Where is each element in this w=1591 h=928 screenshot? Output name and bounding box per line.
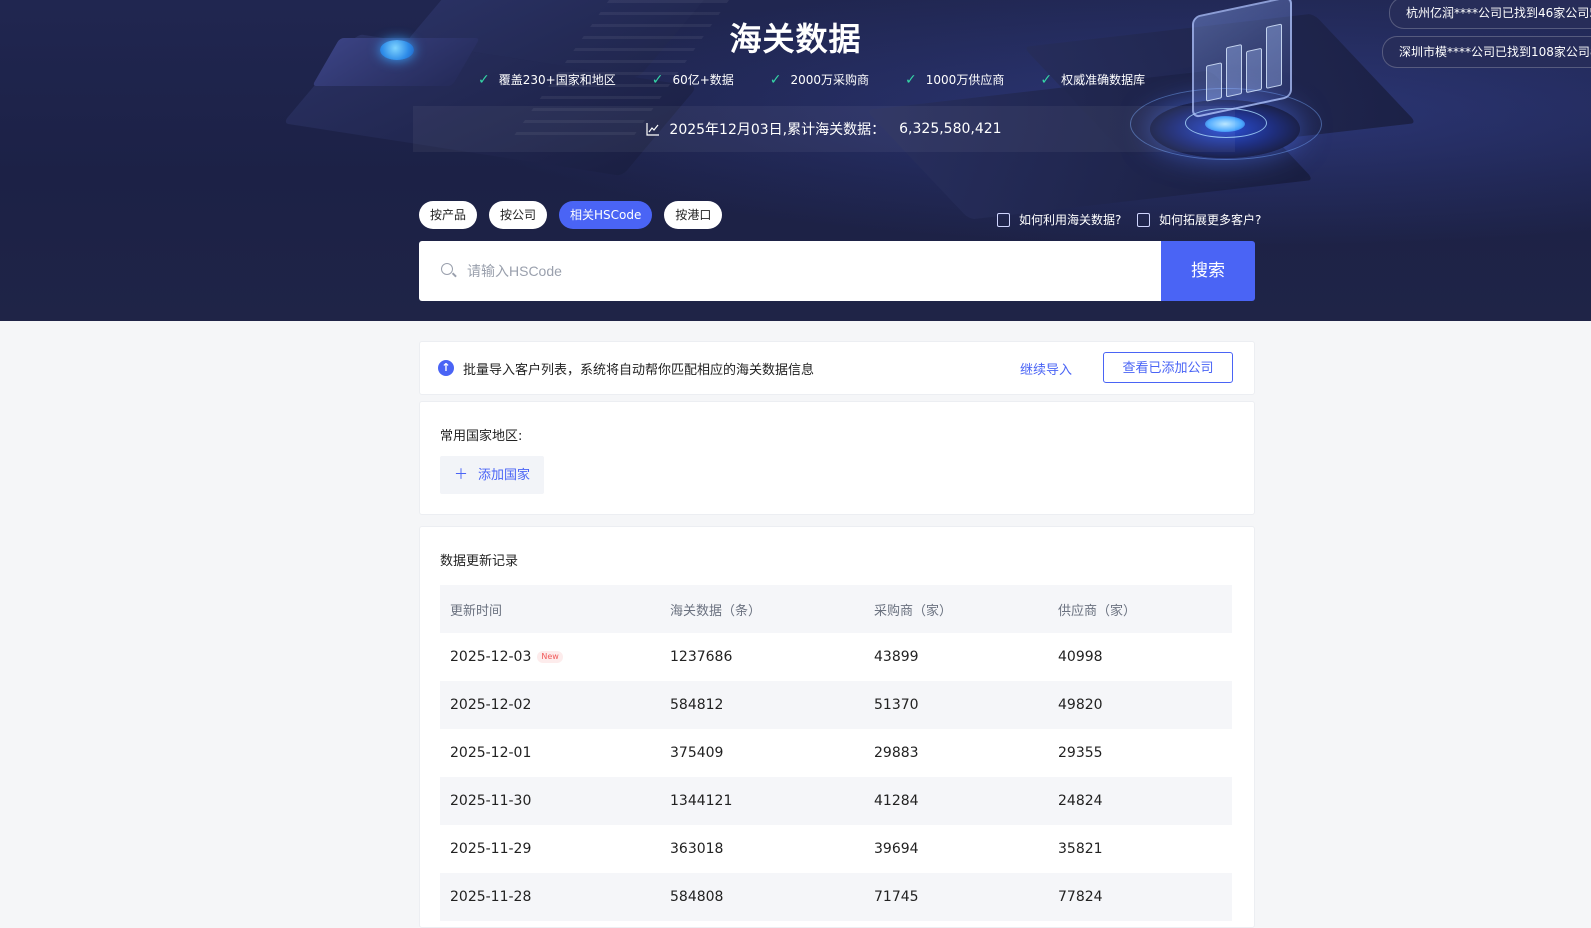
buyer-count-cell: 71745 [864, 873, 1048, 921]
column-header: 海关数据（条） [660, 585, 864, 633]
page-title: 海关数据 [729, 20, 862, 58]
records-table: 更新时间 海关数据（条） 采购商（家） 供应商（家） 2025-12-03 New… [440, 585, 1232, 921]
tab-by-product[interactable]: 按产品 [419, 201, 478, 229]
date-cell: 2025-11-29 [450, 841, 532, 857]
date-cell: 2025-12-03 New [440, 633, 660, 681]
column-header: 供应商（家） [1048, 585, 1232, 633]
search-input[interactable] [465, 241, 1129, 301]
buyer-count-cell: 39694 [874, 841, 919, 857]
stat-label: 2025年12月03日,累计海关数据： [669, 122, 886, 138]
import-text: 批量导入客户列表，系统将自动帮你匹配相应的海关数据信息 [463, 362, 815, 378]
customs-count-cell: 363018 [670, 841, 724, 857]
check-icon: ✓ [769, 71, 782, 88]
feature-item: ✓ 1000万供应商 [905, 71, 1005, 88]
table-row: 2025-11-28 584808 71745 77824 [440, 873, 1232, 921]
stat-value: 6,325,580,421 [899, 121, 1002, 137]
date-cell: 2025-12-02 [440, 681, 660, 729]
video-icon [1137, 212, 1150, 227]
new-badge: New [537, 651, 563, 663]
help-link-use-data[interactable]: 如何利用海关数据? [997, 211, 1121, 228]
feature-item: ✓ 权威准确数据库 [1040, 71, 1146, 88]
marquee-item: 深圳市模****公司已找到108家公司87 [1382, 36, 1591, 68]
continue-import-link[interactable]: 继续导入 [1020, 359, 1072, 378]
check-icon: ✓ [651, 71, 664, 88]
check-icon: ✓ [478, 71, 490, 88]
import-bar: ↑ 批量导入客户列表，系统将自动帮你匹配相应的海关数据信息 继续导入 查看已添加… [419, 341, 1255, 395]
customs-count-cell: 584808 [660, 873, 864, 921]
regions-card: 常用国家地区: ＋添加国家 [419, 401, 1255, 515]
column-header: 采购商（家） [864, 585, 1048, 633]
upload-icon: ↑ [438, 360, 454, 376]
table-header-row: 更新时间 海关数据（条） 采购商（家） 供应商（家） [440, 585, 1232, 633]
table-row: 2025-11-30 1344121 41284 24824 [440, 777, 1232, 825]
view-added-companies-button[interactable]: 查看已添加公司 [1103, 352, 1233, 383]
supplier-count-cell: 49820 [1048, 681, 1232, 729]
customs-count-cell: 584812 [660, 681, 864, 729]
supplier-count-cell: 40998 [1058, 649, 1103, 665]
customs-count-cell: 1344121 [660, 777, 864, 825]
date-cell: 2025-11-28 [440, 873, 660, 921]
tab-by-company[interactable]: 按公司 [489, 201, 548, 229]
date-cell: 2025-11-30 [440, 777, 660, 825]
buyer-count-cell: 29883 [874, 745, 919, 761]
column-header: 更新时间 [440, 585, 660, 633]
date-cell: 2025-12-01 [450, 745, 532, 761]
search-mode-tabs: 按产品 按公司 相关HSCode 按港口 [419, 201, 734, 229]
marquee-item: 杭州亿润****公司已找到46家公司56 [1389, 0, 1591, 29]
search-icon [441, 263, 453, 275]
table-row: 2025-11-29 363018 39694 35821 [440, 825, 1232, 873]
add-country-button[interactable]: ＋添加国家 [440, 456, 545, 494]
supplier-count-cell: 24824 [1048, 777, 1232, 825]
customs-count-cell: 375409 [670, 745, 724, 761]
feature-item: ✓ 2000万采购商 [769, 71, 870, 88]
table-row: 2025-12-03 New 1237686 43899 40998 [440, 633, 1232, 681]
search-button[interactable]: 搜索 [1161, 241, 1255, 301]
plus-icon: ＋ [454, 467, 468, 483]
feature-item: ✓ 60亿+数据 [651, 71, 734, 88]
supplier-count-cell: 29355 [1058, 745, 1103, 761]
tab-by-port[interactable]: 按港口 [664, 201, 723, 229]
buyer-count-cell: 51370 [864, 681, 1048, 729]
feature-item: ✓ 覆盖230+国家和地区 [478, 71, 616, 88]
check-icon: ✓ [1040, 71, 1053, 88]
customs-count-cell: 1237686 [670, 649, 733, 665]
check-icon: ✓ [905, 71, 917, 88]
table-row: 2025-12-01 375409 29883 29355 [440, 729, 1232, 777]
document-icon [997, 212, 1010, 227]
table-row: 2025-12-02 584812 51370 49820 [440, 681, 1232, 729]
feature-list: ✓ 覆盖230+国家和地区 ✓ 60亿+数据 ✓ 2000万采购商 ✓ 1000万供应商… [478, 71, 1181, 88]
records-title: 数据更新记录 [440, 554, 519, 569]
hero-banner: 海关数据 ✓ 覆盖230+国家和地区 ✓ 60亿+数据 ✓ 2000万采购商 ✓ 100… [0, 0, 1591, 321]
buyer-count-cell: 43899 [874, 649, 919, 665]
tab-hscode[interactable]: 相关HSCode [559, 201, 653, 229]
help-link-more-customers[interactable]: 如何拓展更多客户? [1137, 211, 1261, 228]
supplier-count-cell: 35821 [1058, 841, 1103, 857]
regions-label: 常用国家地区: [440, 429, 523, 444]
stat-bar: 2025年12月03日,累计海关数据： 6,325,580,421 [413, 106, 1235, 152]
update-records-card: 数据更新记录 更新时间 海关数据（条） 采购商（家） 供应商（家） 2025-1… [419, 526, 1255, 928]
search-box [419, 241, 1251, 301]
buyer-count-cell: 41284 [864, 777, 1048, 825]
supplier-count-cell: 77824 [1048, 873, 1232, 921]
trend-chart-icon [646, 123, 660, 136]
